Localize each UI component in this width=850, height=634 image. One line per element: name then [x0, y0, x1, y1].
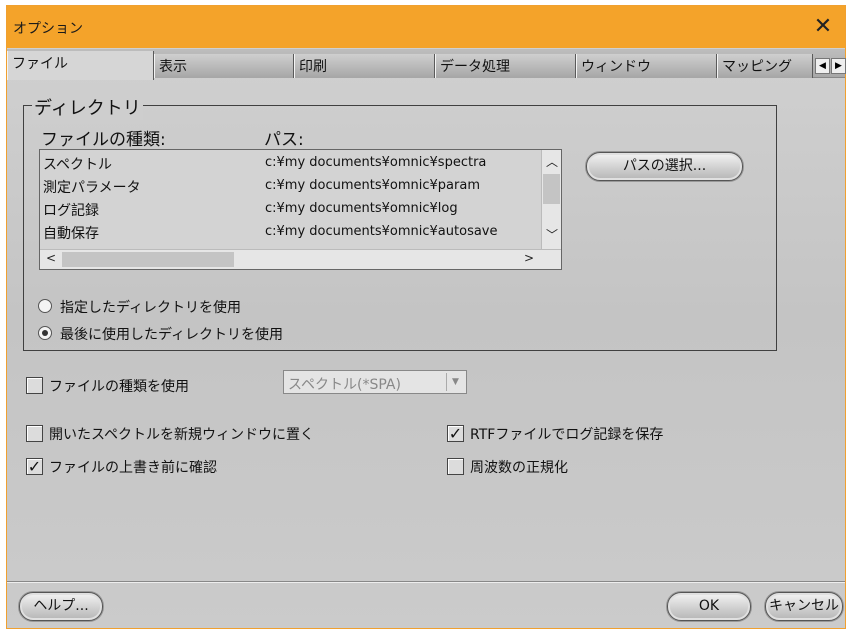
tab-data-processing-label: データ処理 — [440, 59, 510, 75]
file-type-header: ファイルの種類: — [41, 130, 166, 150]
directory-list[interactable]: スペクトル c:¥my documents¥omnic¥spectra 測定パラ… — [39, 149, 562, 270]
tab-data-processing[interactable]: データ処理 — [435, 54, 576, 78]
list-item-path: c:¥my documents¥omnic¥log — [265, 201, 458, 216]
list-item-path: c:¥my documents¥omnic¥autosave — [265, 224, 498, 239]
tab-mapping[interactable]: マッピング — [717, 54, 813, 78]
path-header: パス: — [264, 130, 304, 150]
tab-view[interactable]: 表示 — [154, 54, 294, 78]
check-label: ファイルの種類を使用 — [49, 379, 189, 395]
tab-bar: ファイル 表示 印刷 データ処理 ウィンドウ マッピング ◀ ▶ — [7, 49, 846, 80]
check-label: RTFファイルでログ記録を保存 — [470, 427, 664, 443]
directory-group: ディレクトリ ファイルの種類: パス: スペクトル c:¥my document… — [23, 94, 777, 351]
close-icon[interactable]: ✕ — [805, 9, 841, 45]
horizontal-scrollbar[interactable]: < > — [40, 249, 561, 269]
tab-window-label: ウィンドウ — [581, 59, 651, 75]
list-item[interactable]: ログ記録 c:¥my documents¥omnic¥log — [40, 198, 537, 221]
vertical-scroll-thumb[interactable] — [543, 174, 560, 204]
footer-divider — [7, 581, 845, 583]
list-item-path: c:¥my documents¥omnic¥param — [265, 178, 481, 193]
list-item-type: ログ記録 — [43, 203, 99, 219]
tab-mapping-label: マッピング — [722, 59, 792, 75]
chevron-right-icon[interactable]: > — [520, 251, 538, 265]
list-item[interactable]: 自動保存 c:¥my documents¥omnic¥autosave — [40, 221, 537, 244]
tab-scroll-left-icon[interactable]: ◀ — [815, 58, 830, 74]
chevron-down-icon[interactable]: ﹀ — [543, 226, 561, 243]
check-icon[interactable]: ✓ — [26, 458, 43, 475]
choose-path-button[interactable]: パスの選択... — [586, 152, 743, 181]
vertical-scrollbar[interactable]: ︿ ﹀ — [541, 150, 561, 250]
radio-button[interactable] — [38, 326, 52, 340]
list-item-path: c:¥my documents¥omnic¥spectra — [265, 155, 487, 170]
title-bar: オプション ✕ — [7, 6, 845, 48]
file-type-select-value: スペクトル(*SPA) — [288, 377, 401, 393]
tab-window[interactable]: ウィンドウ — [576, 54, 717, 78]
directory-legend: ディレクトリ — [32, 94, 143, 120]
radio-label: 指定したディレクトリを使用 — [60, 300, 242, 316]
check-label: 周波数の正規化 — [470, 460, 568, 476]
checkbox[interactable] — [26, 377, 43, 394]
tab-print-label: 印刷 — [299, 59, 327, 75]
chevron-up-icon[interactable]: ︿ — [543, 153, 561, 170]
tab-print[interactable]: 印刷 — [294, 54, 435, 78]
checkbox[interactable] — [26, 425, 43, 442]
list-item[interactable]: 測定パラメータ c:¥my documents¥omnic¥param — [40, 175, 537, 198]
help-button[interactable]: ヘルプ... — [19, 592, 103, 621]
check-icon[interactable]: ✓ — [447, 425, 464, 442]
list-item-type: 自動保存 — [43, 226, 99, 242]
tab-scroll-right-icon[interactable]: ▶ — [831, 58, 846, 74]
cancel-button[interactable]: キャンセル — [765, 592, 843, 621]
radio-label: 最後に使用したディレクトリを使用 — [60, 327, 284, 343]
checkbox[interactable] — [447, 458, 464, 475]
file-type-select[interactable]: スペクトル(*SPA) ▼ — [283, 370, 467, 394]
radio-button[interactable] — [38, 299, 52, 313]
chevron-left-icon[interactable]: < — [42, 251, 60, 265]
window-title: オプション — [13, 21, 83, 37]
chevron-down-icon[interactable]: ▼ — [446, 373, 464, 391]
ok-button[interactable]: OK — [667, 592, 751, 621]
check-label: ファイルの上書き前に確認 — [49, 460, 217, 476]
options-dialog: オプション ✕ ファイル 表示 印刷 データ処理 ウィンドウ マッピング ◀ ▶… — [6, 5, 846, 629]
list-item-type: 測定パラメータ — [43, 180, 141, 196]
tab-file-label: ファイル — [12, 56, 68, 72]
tab-view-label: 表示 — [159, 59, 187, 75]
list-item[interactable]: スペクトル c:¥my documents¥omnic¥spectra — [40, 152, 537, 175]
check-label: 開いたスペクトルを新規ウィンドウに置く — [49, 427, 315, 443]
horizontal-scroll-thumb[interactable] — [62, 252, 234, 267]
list-item-type: スペクトル — [43, 157, 113, 173]
tab-file[interactable]: ファイル — [7, 51, 154, 80]
